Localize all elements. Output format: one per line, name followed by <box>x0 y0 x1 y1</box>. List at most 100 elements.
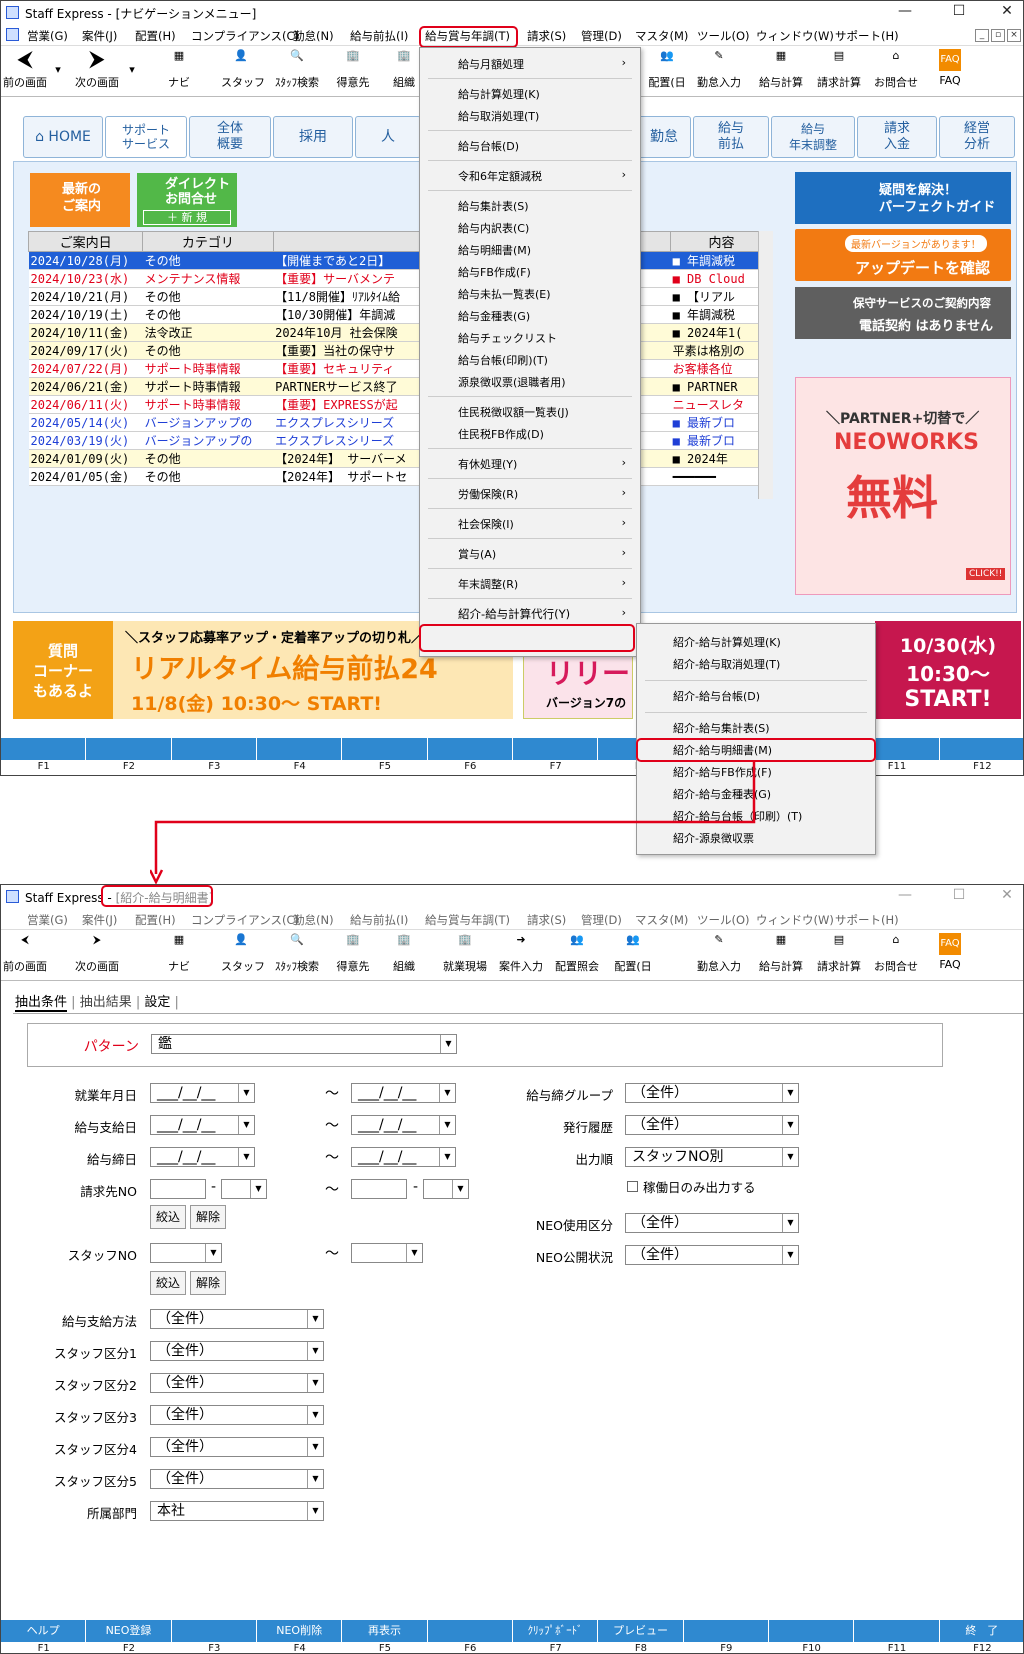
table-row[interactable]: 2024/05/14(火) バージョンアップの エクスプレスシリーズ ■ 最新ブロ <box>28 413 773 432</box>
table-row[interactable]: 2024/06/21(金) サポート時事情報 PARTNERサービス終了 ■ PART… <box>28 377 773 396</box>
staff-kubun4-select[interactable]: （全件） ▼ <box>150 1437 324 1457</box>
kintai-input-button[interactable]: ✎ 勤怠入力 <box>691 49 747 90</box>
dropdown-item[interactable]: 社会保険(I) <box>458 516 514 532</box>
fkey-3[interactable] <box>171 1620 257 1642</box>
menu-item[interactable]: 管理(D) <box>581 912 622 928</box>
bill-no-from-branch[interactable]: ▼ <box>221 1179 267 1199</box>
dropdown-item[interactable]: 給与月額処理 <box>458 56 524 72</box>
menu-seikyu[interactable]: 請求(S) <box>527 28 566 44</box>
update-ad[interactable]: 最新バージョンがあります！ アップデートを確認 <box>795 229 1011 281</box>
dropdown-item[interactable]: 給与チェックリスト <box>458 330 557 346</box>
forward-button[interactable]: ⮞ 次の画面 <box>69 49 125 90</box>
bill-no-to-branch[interactable]: ▼ <box>423 1179 469 1199</box>
toolbar-button[interactable]: ⌂ お問合せ <box>871 933 921 974</box>
back-history-dropdown[interactable]: ▾ <box>53 63 63 76</box>
nav-support[interactable]: サポート サービス <box>105 116 187 158</box>
dropdown-item[interactable]: 年末調整(R) <box>458 576 518 592</box>
close-icon[interactable]: ✕ <box>993 3 1021 21</box>
menu-anken[interactable]: 案件(J) <box>82 28 117 44</box>
staff-button[interactable]: 👤 スタッフ <box>221 49 265 90</box>
fkey-10[interactable] <box>769 1620 855 1642</box>
table-row[interactable]: 2024/10/11(金) 法令改正 2024年10月 社会保険 ■ 2024年1( <box>28 323 773 342</box>
menu-compliance[interactable]: コンプライアンス(C) <box>191 28 299 44</box>
staff-kubun5-select[interactable]: （全件） ▼ <box>150 1469 324 1489</box>
dropdown-item[interactable]: 給与集計表(S) <box>458 198 529 214</box>
haichi-day-button[interactable]: 👥 配置(日 <box>641 49 693 90</box>
bill-no-to[interactable] <box>351 1179 407 1199</box>
contract-ad[interactable]: 保守サービスのご契約内容 電話契約 はありません <box>795 287 1011 339</box>
mdi-close-icon[interactable]: × <box>1007 29 1021 42</box>
toolbar-button[interactable]: 👥 配置照会 <box>549 933 605 974</box>
close-date-from[interactable]: ___/__/__ ▼ <box>150 1147 255 1167</box>
bill-release-button[interactable]: 解除 <box>190 1205 226 1229</box>
close-date-to[interactable]: ___/__/__ ▼ <box>351 1147 456 1167</box>
bill-no-from[interactable] <box>150 1179 206 1199</box>
fkey-4[interactable]: NEO削除 <box>257 1620 343 1642</box>
fkey-1[interactable]: ヘルプ <box>1 1620 87 1642</box>
nav-overview[interactable]: 全体 概要 <box>189 116 271 158</box>
pay-date-from[interactable]: ___/__/__ ▼ <box>150 1115 255 1135</box>
fkey-3[interactable] <box>171 738 257 760</box>
close-icon-2[interactable]: ✕ <box>993 887 1021 905</box>
dropdown-item[interactable]: 給与台帳(D) <box>458 138 519 154</box>
submenu-item[interactable]: 紹介-給与台帳(D) <box>673 688 760 704</box>
table-scrollbar[interactable] <box>758 231 773 499</box>
fkey-6[interactable] <box>427 738 513 760</box>
toolbar-button[interactable]: 🔍 ｽﾀｯﾌ検索 <box>271 933 323 974</box>
minimize-icon-2[interactable]: — <box>891 887 919 905</box>
dropdown-item[interactable]: 源泉徴収票(退職者用) <box>458 374 566 390</box>
menu-maebarai[interactable]: 給与前払(I) <box>350 28 408 44</box>
pattern-select[interactable]: 鑑 ▼ <box>151 1034 457 1054</box>
toolbar-button[interactable]: FAQ FAQ <box>935 933 965 971</box>
nav-recruit[interactable]: 採用 <box>273 116 353 158</box>
menu-item[interactable]: 勤怠(N) <box>293 912 334 928</box>
nav-kintai[interactable]: 勤怠 <box>637 116 691 158</box>
only-working-checkbox[interactable] <box>627 1181 638 1192</box>
work-date-from[interactable]: ___/__/__ ▼ <box>150 1083 255 1103</box>
fkey-2[interactable] <box>86 738 172 760</box>
menu-tool[interactable]: ツール(O) <box>697 28 750 44</box>
nav-home[interactable]: ⌂ HOME <box>23 116 103 158</box>
fkey-12[interactable]: 終 了 <box>939 1620 1023 1642</box>
dropdown-item[interactable]: 給与明細書(M) <box>458 242 531 258</box>
fkey-7[interactable]: ｸﾘｯﾌﾟﾎﾞｰﾄﾞ <box>513 1620 599 1642</box>
menu-item[interactable]: マスタ(M) <box>635 912 688 928</box>
staff-search-button[interactable]: 🔍 ｽﾀｯﾌ検索 <box>271 49 323 90</box>
dropdown-item[interactable]: 住民税徴収額一覧表(J) <box>458 404 569 420</box>
organization-button[interactable]: 🏢 組織 <box>389 49 419 90</box>
maximize-icon[interactable]: ☐ <box>945 3 973 21</box>
close-group-select[interactable]: （全件） ▼ <box>625 1083 799 1103</box>
menu-window[interactable]: ウィンドウ(W) <box>756 28 834 44</box>
toolbar-button[interactable]: 👤 スタッフ <box>221 933 265 974</box>
toolbar-button[interactable]: ▦ 給与計算 <box>755 933 807 974</box>
menu-item[interactable]: ツール(O) <box>697 912 750 928</box>
col-date[interactable]: ご案内日 <box>27 231 144 252</box>
table-row[interactable]: 2024/01/05(金) その他 【2024年】 サポートセ ━━━━━━ <box>28 467 773 486</box>
inquiry-button[interactable]: ⌂ お問合せ <box>871 49 921 90</box>
work-date-to[interactable]: ___/__/__ ▼ <box>351 1083 456 1103</box>
menu-item[interactable]: ウィンドウ(W) <box>756 912 834 928</box>
fkey-12[interactable] <box>939 738 1023 760</box>
dropdown-item[interactable]: 住民税FB作成(D) <box>458 426 544 442</box>
nav-nenmatsu[interactable]: 給与 年末調整 <box>771 116 855 158</box>
history-select[interactable]: （全件） ▼ <box>625 1115 799 1135</box>
fkey-6[interactable] <box>427 1620 513 1642</box>
table-row[interactable]: 2024/01/09(火) その他 【2024年】 サーバーメ ■ 2024年 <box>28 449 773 468</box>
fkey-5[interactable] <box>342 738 428 760</box>
dropdown-item[interactable]: 給与未払一覧表(E) <box>458 286 551 302</box>
new-inquiry-label[interactable]: ＋ 新 規 <box>143 210 231 225</box>
table-row[interactable]: 2024/06/11(火) サポート時事情報 【重要】EXPRESSが起 ニュースレタ <box>28 395 773 414</box>
staff-kubun3-select[interactable]: （全件） ▼ <box>150 1405 324 1425</box>
mdi-minimize-icon[interactable]: _ <box>975 29 989 42</box>
toolbar-button[interactable]: 👥 配置(日 <box>607 933 659 974</box>
nav-jinji[interactable]: 人 <box>355 116 421 158</box>
toolbar-button[interactable]: ▦ ナビ <box>161 933 197 974</box>
fkey-5[interactable]: 再表示 <box>342 1620 428 1642</box>
submenu-item[interactable]: 紹介-給与集計表(S) <box>673 720 770 736</box>
neo-use-select[interactable]: （全件） ▼ <box>625 1213 799 1233</box>
staff-kubun2-select[interactable]: （全件） ▼ <box>150 1373 324 1393</box>
fkey-7[interactable] <box>513 738 599 760</box>
menu-item[interactable]: サポート(H) <box>835 912 899 928</box>
dropdown-item[interactable]: 給与計算処理(K) <box>458 86 540 102</box>
table-row[interactable]: 2024/07/22(月) サポート時事情報 【重要】セキュリティ お客様各位 <box>28 359 773 378</box>
